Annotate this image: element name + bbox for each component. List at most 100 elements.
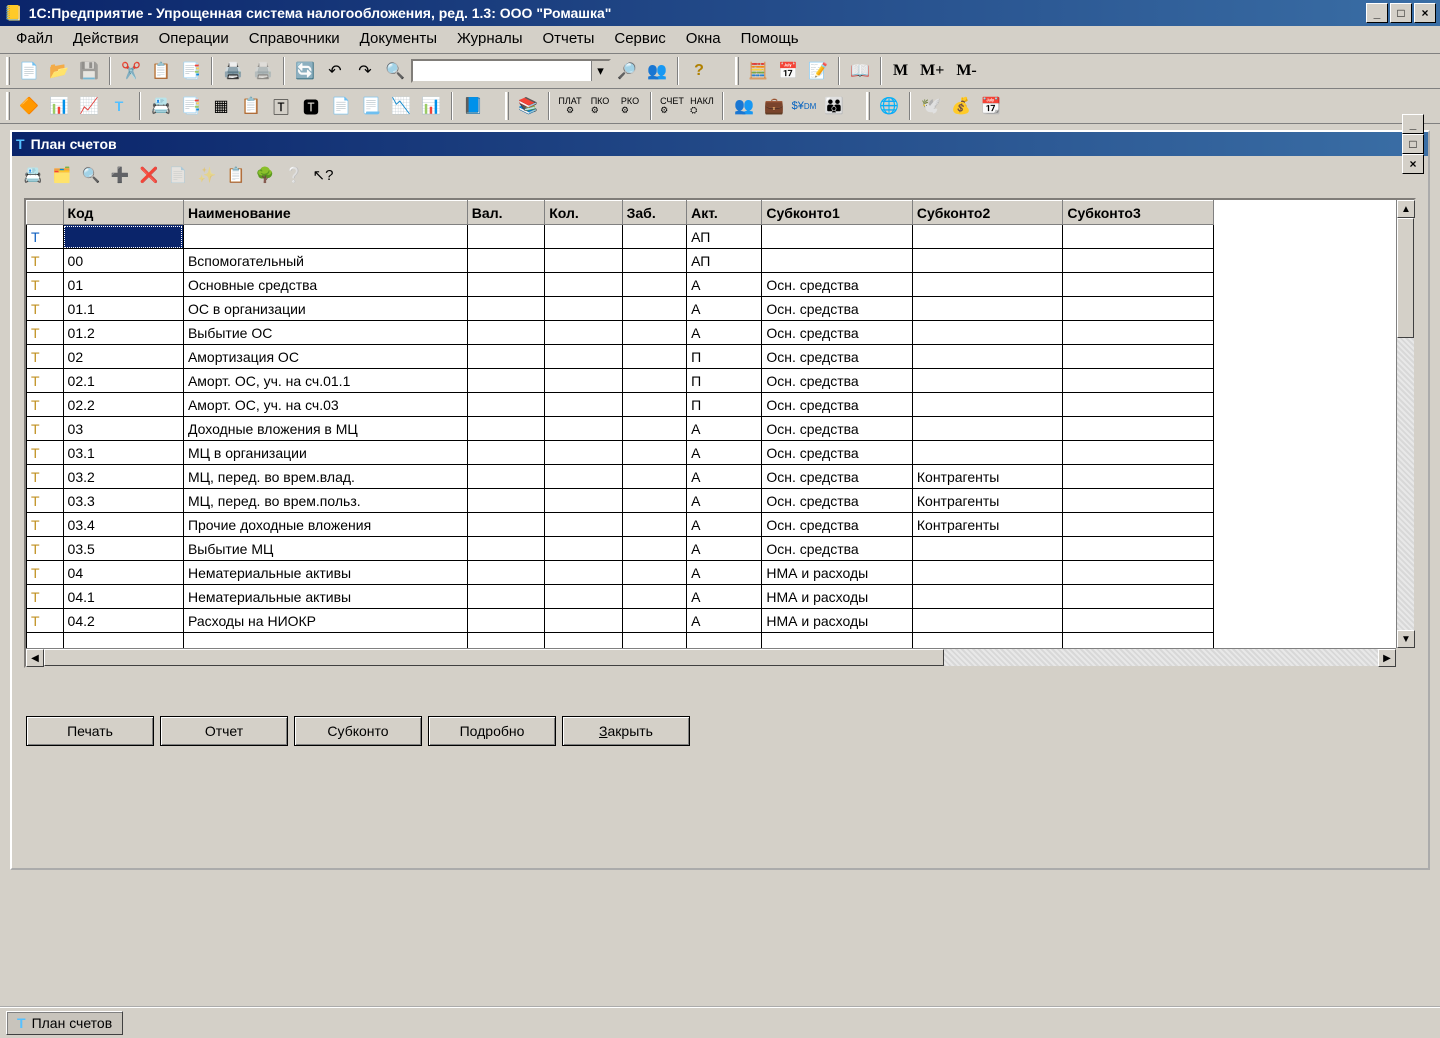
scroll-right-icon[interactable]: ▶ <box>1378 649 1396 667</box>
cell-sub2[interactable] <box>912 273 1063 297</box>
menu-catalogs[interactable]: Справочники <box>239 28 350 49</box>
cell-kol[interactable] <box>545 609 622 633</box>
cell-akt[interactable]: П <box>687 369 762 393</box>
cell-sub3[interactable] <box>1063 609 1214 633</box>
cell-kol[interactable] <box>545 489 622 513</box>
cell-name[interactable]: Выбытие ОС <box>183 321 467 345</box>
calendar-icon[interactable]: 📅 <box>774 57 802 85</box>
scroll-left-icon[interactable]: ◀ <box>26 649 44 667</box>
cell-sub3[interactable] <box>1063 225 1214 249</box>
cell-sub1[interactable]: Осн. средства <box>762 297 913 321</box>
cell-code[interactable]: 03 <box>63 417 183 441</box>
itb-icon-7[interactable]: ✨ <box>194 162 220 188</box>
memory-mplus-button[interactable]: M+ <box>915 57 949 85</box>
cell-zab[interactable] <box>622 561 687 585</box>
cell-sub2[interactable] <box>912 249 1063 273</box>
table-row[interactable]: Т03.5Выбытие МЦАОсн. средства <box>27 537 1214 561</box>
col-akt[interactable]: Акт. <box>687 201 762 225</box>
cell-kol[interactable] <box>545 585 622 609</box>
cell-zab[interactable] <box>622 513 687 537</box>
col-code[interactable]: Код <box>63 201 183 225</box>
tb2-icon-8[interactable]: 📋 <box>237 92 265 120</box>
cell-sub3[interactable] <box>1063 537 1214 561</box>
cell-name[interactable]: Доходные вложения в МЦ <box>183 417 467 441</box>
report-button[interactable]: Отчет <box>160 716 288 746</box>
col-sub1[interactable]: Субконто1 <box>762 201 913 225</box>
cell-name[interactable]: Нематериальные активы <box>183 561 467 585</box>
menu-reports[interactable]: Отчеты <box>533 28 605 49</box>
table-row[interactable]: Т03.2МЦ, перед. во врем.влад.АОсн. средс… <box>27 465 1214 489</box>
cell-name[interactable]: МЦ в организации <box>183 441 467 465</box>
cell-sub1[interactable]: НМА и расходы <box>762 585 913 609</box>
search-combo[interactable]: ▾ <box>411 59 611 83</box>
inner-minimize-button[interactable]: _ <box>1402 114 1424 134</box>
toolbar-grip[interactable] <box>505 92 509 120</box>
cell-code[interactable] <box>63 225 183 249</box>
scroll-up-icon[interactable]: ▲ <box>1397 200 1415 218</box>
cell-zab[interactable] <box>622 225 687 249</box>
cell-name[interactable]: Нематериальные активы <box>183 585 467 609</box>
cell-sub2[interactable] <box>912 537 1063 561</box>
cell-sub2[interactable] <box>912 393 1063 417</box>
cell-akt[interactable]: П <box>687 393 762 417</box>
cell-val[interactable] <box>467 369 544 393</box>
cell-zab[interactable] <box>622 249 687 273</box>
col-sub2[interactable]: Субконто2 <box>912 201 1063 225</box>
cell-code[interactable]: 03.5 <box>63 537 183 561</box>
cell-zab[interactable] <box>622 417 687 441</box>
cell-sub2[interactable] <box>912 441 1063 465</box>
cell-akt[interactable]: А <box>687 441 762 465</box>
cell-zab[interactable] <box>622 297 687 321</box>
tb2-book-icon[interactable]: 📘 <box>459 92 487 120</box>
cell-sub2[interactable] <box>912 561 1063 585</box>
cell-sub2[interactable] <box>912 345 1063 369</box>
tb2-people-icon[interactable]: 👥 <box>730 92 758 120</box>
cell-val[interactable] <box>467 249 544 273</box>
cell-val[interactable] <box>467 513 544 537</box>
cell-akt[interactable]: А <box>687 417 762 441</box>
cell-sub3[interactable] <box>1063 441 1214 465</box>
cell-kol[interactable] <box>545 393 622 417</box>
print-button[interactable]: Печать <box>26 716 154 746</box>
tb2-group-icon[interactable]: 👪 <box>820 92 848 120</box>
cell-name[interactable] <box>183 225 467 249</box>
cell-sub3[interactable] <box>1063 249 1214 273</box>
cell-code[interactable]: 01 <box>63 273 183 297</box>
tb2-icon-11[interactable]: 📄 <box>327 92 355 120</box>
cell-code[interactable]: 02.2 <box>63 393 183 417</box>
cell-code[interactable]: 00 <box>63 249 183 273</box>
find-next-icon[interactable]: 🔎 <box>613 57 641 85</box>
cell-sub3[interactable] <box>1063 273 1214 297</box>
tb2-pko-icon[interactable]: ПКО⚙ <box>586 92 614 120</box>
tb2-nakl-icon[interactable]: НАКЛ⛭ <box>688 92 716 120</box>
memory-mminus-button[interactable]: M- <box>951 57 981 85</box>
cell-kol[interactable] <box>545 561 622 585</box>
cell-akt[interactable]: А <box>687 273 762 297</box>
cell-zab[interactable] <box>622 465 687 489</box>
cell-val[interactable] <box>467 561 544 585</box>
close-button[interactable]: × <box>1414 3 1436 23</box>
cell-sub3[interactable] <box>1063 393 1214 417</box>
cell-code[interactable]: 04.2 <box>63 609 183 633</box>
col-val[interactable]: Вал. <box>467 201 544 225</box>
cell-sub1[interactable]: Осн. средства <box>762 369 913 393</box>
table-row[interactable]: Т03.1МЦ в организацииАОсн. средства <box>27 441 1214 465</box>
cell-zab[interactable] <box>622 585 687 609</box>
save-icon[interactable]: 💾 <box>75 57 103 85</box>
inner-maximize-button[interactable]: □ <box>1402 134 1424 154</box>
cell-name[interactable]: Выбытие МЦ <box>183 537 467 561</box>
scroll-down-icon[interactable]: ▼ <box>1397 630 1415 648</box>
cell-sub1[interactable]: Осн. средства <box>762 489 913 513</box>
tb2-rko-icon[interactable]: РКО⚙ <box>616 92 644 120</box>
cell-sub3[interactable] <box>1063 345 1214 369</box>
tb2-icon-5[interactable]: 📇 <box>147 92 175 120</box>
cell-val[interactable] <box>467 585 544 609</box>
cell-val[interactable] <box>467 609 544 633</box>
subkonto-button[interactable]: Субконто <box>294 716 422 746</box>
table-row[interactable]: Т02Амортизация ОСПОсн. средства <box>27 345 1214 369</box>
tb2-plat-icon[interactable]: ПЛАТ⚙ <box>556 92 584 120</box>
cell-sub1[interactable]: НМА и расходы <box>762 609 913 633</box>
menu-service[interactable]: Сервис <box>604 28 675 49</box>
cell-zab[interactable] <box>622 489 687 513</box>
cell-akt[interactable]: АП <box>687 249 762 273</box>
